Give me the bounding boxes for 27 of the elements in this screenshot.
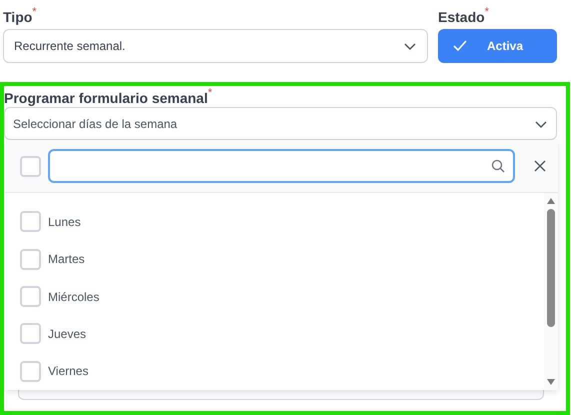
day-option[interactable]: Jueves — [20, 315, 544, 353]
checkbox[interactable] — [20, 360, 41, 382]
day-option[interactable]: Miércoles — [20, 278, 544, 316]
field-label: Estado — [438, 8, 485, 27]
required-asterisk: * — [484, 6, 489, 18]
status-button[interactable]: Activa — [438, 29, 557, 63]
day-option[interactable]: Martes — [20, 240, 544, 278]
checkmark-icon — [453, 40, 467, 52]
required-asterisk: * — [208, 87, 212, 99]
checkbox[interactable] — [20, 286, 41, 308]
type-select[interactable]: Recurrente semanal. — [3, 29, 428, 63]
day-option[interactable]: Viernes — [20, 352, 544, 390]
search-field[interactable] — [48, 149, 515, 183]
scroll-down-arrow-icon[interactable] — [546, 378, 556, 386]
checkbox[interactable] — [20, 156, 41, 176]
scroll-up-arrow-icon[interactable] — [546, 197, 556, 205]
scrollbar[interactable] — [544, 193, 558, 390]
required-asterisk: * — [32, 6, 37, 18]
checkbox[interactable] — [20, 323, 41, 344]
day-option[interactable]: Lunes — [20, 203, 544, 240]
field-label: Tipo — [3, 8, 32, 27]
search-icon — [491, 159, 505, 173]
close-icon[interactable] — [534, 160, 546, 172]
checkbox[interactable] — [20, 248, 41, 270]
checkbox[interactable] — [20, 211, 41, 232]
field-label: Programar formulario semanal — [4, 89, 208, 108]
days-select[interactable]: Seleccionar días de la semana — [4, 107, 557, 140]
